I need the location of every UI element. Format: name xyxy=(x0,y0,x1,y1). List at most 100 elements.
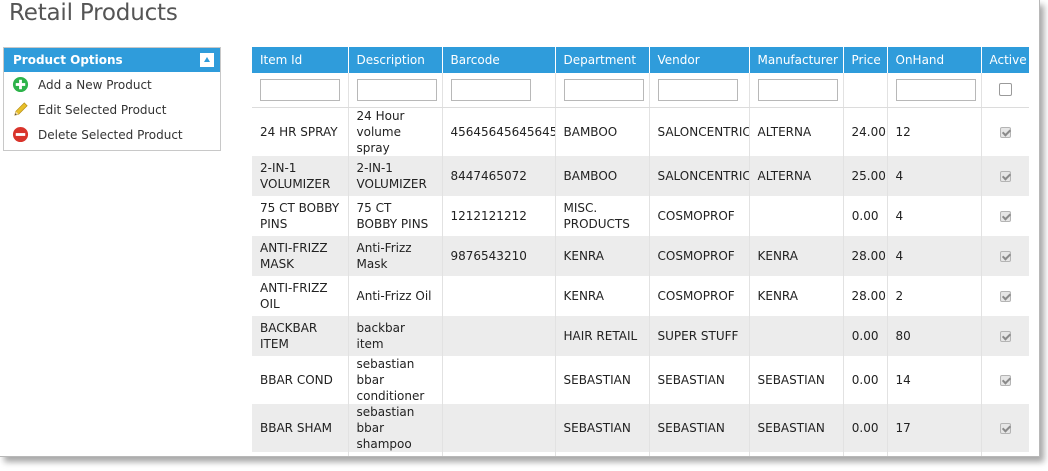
column-header-barcode[interactable]: Barcode xyxy=(442,47,556,73)
cell-barcode: 1212121212 xyxy=(442,195,556,236)
cell-barcode xyxy=(442,355,556,404)
active-checkbox xyxy=(999,250,1011,262)
cell-onhand: 12 xyxy=(887,107,982,156)
cell-item-id: 2-IN-1 VOLUMIZER xyxy=(252,155,349,196)
cell-department: CAVIAR xyxy=(555,451,650,456)
edit-product-button[interactable]: Edit Selected Product xyxy=(4,97,220,122)
cell-department: BAMBOO xyxy=(555,107,650,156)
filter-manufacturer-input[interactable] xyxy=(757,78,838,101)
cell-manufacturer xyxy=(749,195,844,236)
column-header-department[interactable]: Department xyxy=(555,47,650,73)
filter-description-input[interactable] xyxy=(356,78,437,101)
cell-onhand: 80 xyxy=(887,315,982,356)
cell-price: 0.00 xyxy=(843,355,888,404)
cell-description: 2-IN-1 VOLUMIZER xyxy=(348,155,443,196)
delete-product-label: Delete Selected Product xyxy=(38,128,183,142)
cell-item-id: 75 CT BOBBY PINS xyxy=(252,195,349,236)
column-header-manufacturer[interactable]: Manufacturer xyxy=(749,47,844,73)
table-row[interactable]: ANTI-FRIZZ OIL Anti-Frizz Oil KENRA COSMOPR… xyxy=(252,275,1029,316)
column-header-onhand[interactable]: OnHand xyxy=(887,47,982,73)
cell-manufacturer: SEBASTIAN xyxy=(749,403,844,452)
cell-vendor: SEBASTIAN xyxy=(649,403,750,452)
delete-product-button[interactable]: Delete Selected Product xyxy=(4,122,220,147)
cell-vendor: SUPER STUFF xyxy=(649,315,750,356)
active-checkbox xyxy=(999,374,1011,386)
cell-onhand: 2 xyxy=(887,275,982,316)
cell-item-id: BACKBAR ITEM xyxy=(252,315,349,356)
filter-active-checkbox[interactable] xyxy=(998,83,1012,97)
column-header-vendor[interactable]: Vendor xyxy=(649,47,750,73)
cell-department: KENRA xyxy=(555,235,650,276)
table-row[interactable]: BEACHcaviar beach CAVIARSALONCENTRICALTER… xyxy=(252,451,1029,456)
cell-department: SEBASTIAN xyxy=(555,403,650,452)
cell-onhand: 14 xyxy=(887,355,982,404)
grid-header-row: Item Id Description Barcode Department V… xyxy=(252,47,1029,73)
cell-item-id: ANTI-FRIZZ OIL xyxy=(252,275,349,316)
cell-description: Anti-Frizz Mask xyxy=(348,235,443,276)
active-checkbox xyxy=(999,170,1011,182)
active-checkbox xyxy=(999,290,1011,302)
filter-vendor-input[interactable] xyxy=(657,78,738,101)
cell-manufacturer: SEBASTIAN xyxy=(749,355,844,404)
cell-barcode xyxy=(442,275,556,316)
cell-active xyxy=(981,315,1029,356)
filter-row xyxy=(252,73,1029,108)
table-row[interactable]: 24 HR SPRAY 24 Hour volume spray 456456456… xyxy=(252,107,1029,156)
table-row[interactable]: ANTI-FRIZZ MASK Anti-Frizz Mask 9876543210… xyxy=(252,235,1029,276)
page-title: Retail Products xyxy=(9,0,178,26)
column-header-item-id[interactable]: Item Id xyxy=(252,47,349,73)
cell-department: MISC. PRODUCTS xyxy=(555,195,650,236)
cell-price: 0.00 xyxy=(843,195,888,236)
collapse-up-icon[interactable] xyxy=(200,53,214,67)
cell-barcode: 9876543210 xyxy=(442,235,556,276)
column-header-active[interactable]: Active xyxy=(981,47,1029,73)
product-options-header: Product Options xyxy=(4,48,220,72)
cell-onhand: 4 xyxy=(887,195,982,236)
add-product-button[interactable]: Add a New Product xyxy=(4,72,220,97)
cell-active xyxy=(981,355,1029,404)
cell-department: SEBASTIAN xyxy=(555,355,650,404)
cell-description: sebastian bbar shampoo xyxy=(348,403,443,452)
cell-manufacturer xyxy=(749,315,844,356)
cell-manufacturer: ALTERNA xyxy=(749,451,844,456)
minus-circle-icon xyxy=(12,126,29,143)
cell-barcode xyxy=(442,451,556,456)
cell-onhand: 17 xyxy=(887,403,982,452)
cell-vendor: COSMOPROF xyxy=(649,195,750,236)
cell-barcode xyxy=(442,315,556,356)
filter-onhand-input[interactable] xyxy=(895,78,976,101)
filter-item-id-input[interactable] xyxy=(260,78,340,101)
cell-barcode: 8447465072 xyxy=(442,155,556,196)
column-header-description[interactable]: Description xyxy=(348,47,443,73)
cell-active xyxy=(981,235,1029,276)
cell-active xyxy=(981,275,1029,316)
cell-manufacturer: KENRA xyxy=(749,235,844,276)
cell-vendor: SALONCENTRIC xyxy=(649,107,750,156)
table-row[interactable]: BBAR COND sebastian bbar conditioner SEBAS… xyxy=(252,355,1029,404)
cell-vendor: COSMOPROF xyxy=(649,235,750,276)
table-row[interactable]: 75 CT BOBBY PINS 75 CT BOBBY PINS 12121212… xyxy=(252,195,1029,236)
cell-vendor: SALONCENTRIC xyxy=(649,155,750,196)
filter-department-input[interactable] xyxy=(563,78,644,101)
cell-onhand: 4 xyxy=(887,451,982,456)
add-product-label: Add a New Product xyxy=(38,78,152,92)
active-checkbox xyxy=(999,126,1011,138)
pencil-icon xyxy=(14,102,28,116)
table-row[interactable]: BBAR SHAM sebastian bbar shampoo SEBASTIAN… xyxy=(252,403,1029,452)
cell-manufacturer: ALTERNA xyxy=(749,155,844,196)
cell-description: sebastian bbar conditioner xyxy=(348,355,443,404)
filter-barcode-input[interactable] xyxy=(450,78,531,101)
cell-onhand: 4 xyxy=(887,155,982,196)
cell-vendor: SALONCENTRIC xyxy=(649,451,750,456)
plus-circle-icon xyxy=(12,76,29,93)
cell-description: 24 Hour volume spray xyxy=(348,107,443,156)
cell-price: 0.00 xyxy=(843,403,888,452)
product-options-panel: Product Options Add a New Product Edit S… xyxy=(3,47,221,151)
cell-active xyxy=(981,451,1029,456)
cell-active xyxy=(981,155,1029,196)
table-row[interactable]: BACKBAR ITEM backbar item HAIR RETAIL SUPER… xyxy=(252,315,1029,356)
cell-vendor: SEBASTIAN xyxy=(649,355,750,404)
column-header-price[interactable]: Price xyxy=(843,47,888,73)
cell-vendor: COSMOPROF xyxy=(649,275,750,316)
table-row[interactable]: 2-IN-1 VOLUMIZER 2-IN-1 VOLUMIZER 84474650… xyxy=(252,155,1029,196)
